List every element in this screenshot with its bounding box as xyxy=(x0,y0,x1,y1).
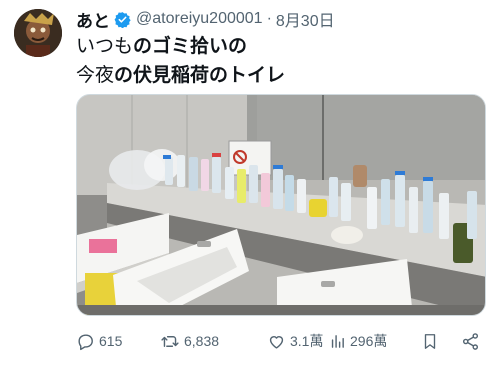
separator-dot: · xyxy=(266,10,272,27)
text-line2-bold: の伏見稲荷のトイレ xyxy=(114,65,286,86)
views-count: 296萬 xyxy=(350,333,388,349)
user-handle[interactable]: @atoreiyu200001 xyxy=(136,10,263,28)
avatar[interactable] xyxy=(14,9,62,57)
tweet-text: いつものゴミ拾いの 今夜の伏見稲荷のトイレ xyxy=(76,32,285,90)
avatar-image xyxy=(14,9,62,57)
views-icon xyxy=(329,333,346,350)
action-bar: 615 6,838 3.1萬 296萬 xyxy=(76,328,486,354)
like-count: 3.1萬 xyxy=(290,333,324,349)
verified-badge-icon xyxy=(114,11,131,28)
tweet-date[interactable]: 8月30日 xyxy=(276,7,335,31)
restroom-photo xyxy=(77,95,485,315)
text-line2-light: 今夜 xyxy=(76,65,115,86)
tweet-header: あと @atoreiyu200001 · 8月30日 xyxy=(76,7,490,32)
retweet-icon xyxy=(160,332,180,351)
tweet-photo[interactable] xyxy=(76,94,486,316)
views-button[interactable]: 296萬 xyxy=(329,331,421,351)
like-icon xyxy=(267,332,286,351)
bookmark-button[interactable] xyxy=(421,332,461,351)
tweet-text-line-2: 今夜の伏見稲荷のトイレ xyxy=(76,61,285,90)
like-button[interactable]: 3.1萬 xyxy=(267,331,329,351)
reply-icon xyxy=(76,332,95,351)
bookmark-icon xyxy=(421,332,439,351)
text-line1-light: いつも xyxy=(76,36,134,57)
share-button[interactable] xyxy=(461,332,485,351)
reply-count: 615 xyxy=(99,333,123,349)
share-icon xyxy=(461,332,480,351)
retweet-button[interactable]: 6,838 xyxy=(160,332,267,351)
text-line1-bold: のゴミ拾いの xyxy=(133,36,248,57)
display-name[interactable]: あと xyxy=(76,7,110,32)
reply-button[interactable]: 615 xyxy=(76,332,160,351)
retweet-count: 6,838 xyxy=(184,333,220,349)
tweet-text-line-1: いつものゴミ拾いの xyxy=(76,32,285,61)
